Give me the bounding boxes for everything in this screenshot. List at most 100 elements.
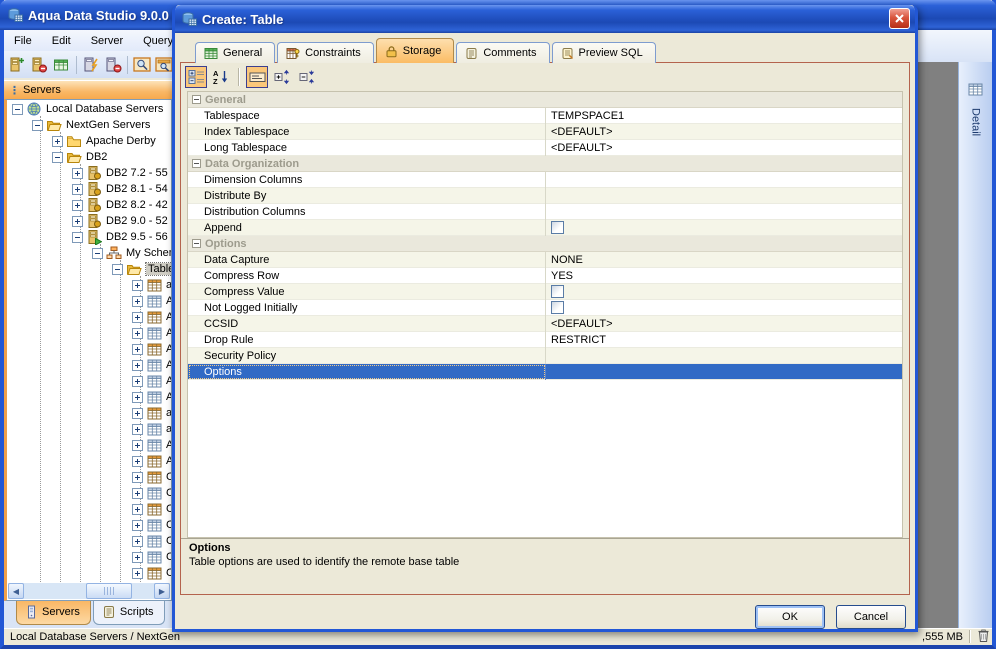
tree-node-local-database-servers[interactable]: Local Database Servers (12, 101, 163, 117)
collapse-icon[interactable] (52, 151, 63, 163)
expand-icon[interactable] (132, 455, 143, 467)
tree-node-label[interactable]: My Schem (126, 247, 171, 259)
tree-node-label[interactable]: Apache Derby (86, 135, 156, 147)
property-value[interactable]: YES (546, 268, 902, 284)
collapse-category-icon[interactable] (192, 159, 201, 168)
grid-row-ccsid[interactable]: CCSID <DEFAULT> (188, 315, 902, 332)
expand-icon[interactable] (52, 135, 63, 147)
detail-panel-tab[interactable]: Detail (958, 62, 992, 628)
property-value[interactable] (546, 204, 902, 220)
grid-row-data-capture[interactable]: Data Capture NONE (188, 251, 902, 268)
tree-node-a[interactable]: a (132, 277, 171, 293)
property-value[interactable] (546, 364, 902, 380)
expand-icon[interactable] (132, 503, 143, 515)
property-name[interactable]: Distribute By (188, 187, 546, 204)
tree-node-c[interactable]: C (132, 485, 171, 501)
property-name[interactable]: Security Policy (188, 347, 546, 364)
expand-icon[interactable] (132, 375, 143, 387)
tree-node-a[interactable]: a (132, 405, 171, 421)
tree-node-db2-8-1-54[interactable]: DB2 8.1 - 54 (72, 181, 168, 197)
checkbox[interactable] (551, 221, 564, 234)
tree-node-a[interactable]: A (132, 341, 171, 357)
tree-node-db2[interactable]: DB2 (52, 149, 107, 165)
menu-file[interactable]: File (4, 32, 42, 50)
collapse-category-icon[interactable] (192, 95, 201, 104)
collapse-icon[interactable] (92, 247, 103, 259)
cancel-button[interactable]: Cancel (836, 605, 906, 629)
collapse-icon[interactable] (32, 119, 43, 131)
property-name[interactable]: Distribution Columns (188, 203, 546, 220)
property-value[interactable]: <DEFAULT> (546, 140, 902, 156)
property-name[interactable]: Drop Rule (188, 331, 546, 348)
tree-node-c[interactable]: C (132, 533, 171, 549)
property-value[interactable]: NONE (546, 252, 902, 268)
tree-horizontal-scrollbar[interactable]: ◀ ▶ (8, 583, 170, 599)
tree-node-a[interactable]: A (132, 373, 171, 389)
grid-row-index-tablespace[interactable]: Index Tablespace <DEFAULT> (188, 123, 902, 140)
sort-az-button[interactable]: AZ (210, 66, 232, 88)
new-table-button[interactable] (52, 54, 72, 76)
property-value[interactable] (546, 220, 902, 236)
tree-node-label[interactable]: DB2 8.1 - 54 (106, 183, 168, 195)
property-name[interactable]: CCSID (188, 315, 546, 332)
tree-node-label[interactable]: DB2 9.5 - 56 (106, 231, 168, 243)
collapse-category-icon[interactable] (192, 239, 201, 248)
expand-icon[interactable] (132, 439, 143, 451)
grid-row-compress-row[interactable]: Compress Row YES (188, 267, 902, 284)
menu-server[interactable]: Server (81, 32, 133, 50)
tab-storage[interactable]: Storage (375, 38, 455, 63)
property-name[interactable]: Data Capture (188, 251, 546, 268)
tree-node-label[interactable]: DB2 9.0 - 52 (106, 215, 168, 227)
tree-node-a[interactable]: a (132, 421, 171, 437)
expand-icon[interactable] (72, 215, 83, 227)
expand-all-button[interactable] (271, 66, 293, 88)
trash-icon[interactable] (977, 628, 990, 646)
expand-icon[interactable] (132, 391, 143, 403)
tree-node-a[interactable]: A (132, 293, 171, 309)
property-value[interactable]: <DEFAULT> (546, 124, 902, 140)
tree-node-a[interactable]: A (132, 389, 171, 405)
tree-node-my-schem[interactable]: My Schem (92, 245, 171, 261)
property-name[interactable]: Append (188, 219, 546, 236)
collapse-icon[interactable] (12, 103, 23, 115)
ok-button[interactable]: OK (755, 605, 825, 629)
property-value[interactable] (546, 348, 902, 364)
grid-category-general[interactable]: General (188, 92, 902, 108)
property-value[interactable] (546, 172, 902, 188)
tree-node-label[interactable]: NextGen Servers (66, 119, 150, 131)
tab-preview-sql[interactable]: Preview SQL (551, 42, 656, 63)
tree-node-db2-7-2-55[interactable]: DB2 7.2 - 55 (72, 165, 168, 181)
tree-node-db2-8-2-42[interactable]: DB2 8.2 - 42 (72, 197, 168, 213)
property-name[interactable]: Dimension Columns (188, 171, 546, 188)
expand-icon[interactable] (132, 471, 143, 483)
property-name[interactable]: Index Tablespace (188, 123, 546, 140)
scroll-left-arrow-icon[interactable]: ◀ (8, 583, 24, 599)
grid-row-append[interactable]: Append (188, 219, 902, 236)
disconnect-server-button[interactable] (103, 54, 123, 76)
description-button[interactable] (246, 65, 268, 88)
expand-icon[interactable] (132, 487, 143, 499)
connect-server-button[interactable] (81, 54, 101, 76)
checkbox[interactable] (551, 285, 564, 298)
collapse-icon[interactable] (112, 263, 123, 275)
scroll-right-arrow-icon[interactable]: ▶ (154, 583, 170, 599)
grid-row-distribution-columns[interactable]: Distribution Columns (188, 203, 902, 220)
tree-node-label[interactable]: DB2 (86, 151, 107, 163)
tree-node-db2-9-0-52[interactable]: DB2 9.0 - 52 (72, 213, 168, 229)
menu-edit[interactable]: Edit (42, 32, 81, 50)
expand-icon[interactable] (72, 199, 83, 211)
expand-icon[interactable] (132, 359, 143, 371)
property-name[interactable]: Long Tablespace (188, 139, 546, 156)
tree-node-table[interactable]: Table (112, 261, 171, 277)
register-server-button[interactable] (7, 54, 27, 76)
tab-constraints[interactable]: Constraints (277, 42, 374, 63)
property-value[interactable]: RESTRICT (546, 332, 902, 348)
expand-icon[interactable] (132, 535, 143, 547)
tree-node-db2-9-5-56[interactable]: DB2 9.5 - 56 (72, 229, 168, 245)
grid-category-options[interactable]: Options (188, 236, 902, 252)
property-value[interactable] (546, 188, 902, 204)
expand-icon[interactable] (72, 167, 83, 179)
sidebar-tab-servers[interactable]: Servers (16, 601, 91, 625)
property-name[interactable]: Tablespace (188, 107, 546, 124)
expand-icon[interactable] (132, 279, 143, 291)
